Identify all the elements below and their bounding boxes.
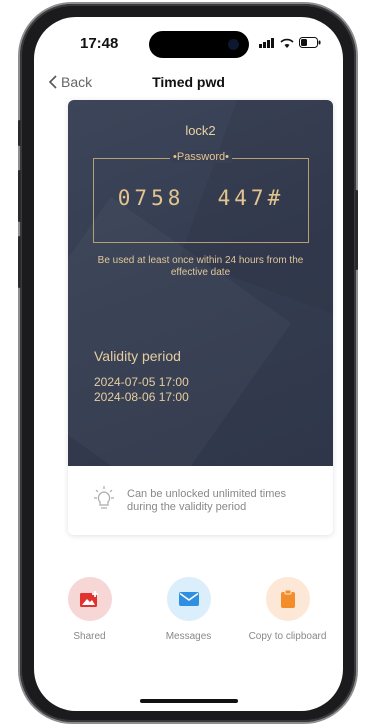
tip-text: Can be unlocked unlimited times during t… xyxy=(127,488,286,513)
camera-icon xyxy=(228,39,239,50)
mail-icon xyxy=(178,592,199,606)
volume-up-button xyxy=(18,170,21,222)
power-button xyxy=(355,190,358,270)
card-top: lock2 •Password• 0758 447# Be used at le… xyxy=(68,100,333,466)
validity-end: 2024-08-06 17:00 xyxy=(94,390,189,404)
battery-icon xyxy=(299,37,321,48)
copy-button[interactable]: Copy to clipboard xyxy=(238,577,337,642)
validity-title: Validity period xyxy=(94,348,181,364)
side-button xyxy=(18,120,21,146)
wifi-icon xyxy=(280,38,294,48)
usage-note: Be used at least once within 24 hours fr… xyxy=(97,255,304,278)
page-title: Timed pwd xyxy=(152,74,225,90)
copy-label: Copy to clipboard xyxy=(248,631,327,642)
shared-image-icon xyxy=(79,590,98,607)
lightbulb-icon xyxy=(94,486,114,509)
copy-circle xyxy=(265,577,310,621)
messages-circle xyxy=(166,577,211,621)
share-button[interactable]: Shared xyxy=(40,577,139,642)
volume-down-button xyxy=(18,236,21,288)
signal-icon xyxy=(259,37,274,48)
messages-label: Messages xyxy=(165,631,212,642)
share-label: Shared xyxy=(73,631,106,642)
action-bar: Shared Messages Copy to clipboard xyxy=(34,577,343,642)
lock-name: lock2 xyxy=(185,123,216,138)
password-code: 0758 447# xyxy=(117,186,285,210)
share-circle xyxy=(67,577,112,621)
password-box: •Password• 0758 447# xyxy=(93,151,309,243)
password-card: lock2 •Password• 0758 447# Be used at le… xyxy=(68,100,333,535)
status-icons xyxy=(259,37,321,48)
clipboard-icon xyxy=(280,590,295,608)
password-label: •Password• xyxy=(170,151,232,163)
dynamic-island xyxy=(149,31,249,58)
validity-start: 2024-07-05 17:00 xyxy=(94,375,189,389)
card-tip-area: Can be unlocked unlimited times during t… xyxy=(68,466,333,535)
status-time: 17:48 xyxy=(80,35,119,52)
screen: 17:48 Back Timed pwd lock2 •Password• 07… xyxy=(34,17,343,711)
home-indicator xyxy=(140,699,238,703)
messages-button[interactable]: Messages xyxy=(139,577,238,642)
